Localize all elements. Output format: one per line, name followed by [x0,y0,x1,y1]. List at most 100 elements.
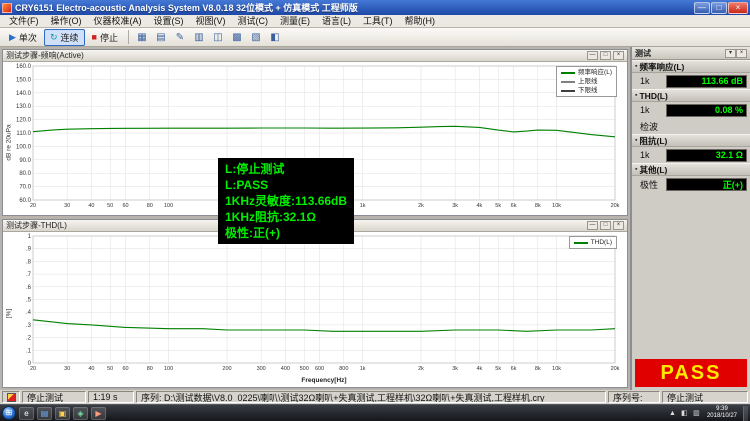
svg-text:80: 80 [147,203,153,209]
svg-text:3k: 3k [452,203,458,209]
taskbar-app-icon[interactable]: ▶ [91,406,106,420]
svg-text:1k: 1k [360,203,366,209]
overlay-line: 1KHz灵敏度:113.66dB [225,194,348,208]
svg-text:80: 80 [147,366,153,372]
menu-item[interactable]: 仪器校准(A) [88,15,148,28]
single-test-icon: ▶ [9,31,16,42]
single-test-label: 单次 [18,32,37,43]
status-serial-label: 序列号: [608,391,660,403]
taskbar-app-icon[interactable]: e [19,406,34,420]
maximize-button[interactable]: □ [711,1,727,14]
section-thd[interactable]: ▪ THD(L) [632,89,750,102]
menu-item[interactable]: 测试(C) [232,15,275,28]
thd-panel: 测试步骤-THD(L) — □ × [%] 1.9.8.7.6.5.4.3.2.… [2,219,628,388]
svg-text:Frequency[Hz]: Frequency[Hz] [301,377,346,384]
taskbar-apps: e ▤ ▣ ◈ ▶ [19,406,106,420]
toolbar-icon-button[interactable]: ▧ [247,29,265,46]
close-button[interactable]: × [728,1,748,14]
taskbar-clock[interactable]: 9:39 2018/10/27 [704,406,740,420]
continuous-test-button[interactable]: ↻ 连续 [43,28,85,46]
svg-text:110.0: 110.0 [16,131,31,137]
menu-item[interactable]: 视图(V) [190,15,232,28]
menu-item[interactable]: 文件(F) [3,15,45,28]
status-icon-segment [2,391,20,403]
stop-test-icon: ■ [91,32,97,42]
result-param: 1k [640,105,650,115]
section-frequency-response[interactable]: ▪ 频率响应(L) [632,60,750,73]
toolbar-icon-button[interactable]: ▥ [190,29,208,46]
taskbar-app-icon[interactable]: ▤ [37,406,52,420]
stop-test-button[interactable]: ■ 停止 [86,29,124,46]
panel-collapse-icon[interactable]: ▾ [725,48,736,58]
svg-text:8k: 8k [535,203,541,209]
svg-text:.7: .7 [26,272,32,278]
section-impedance[interactable]: ▪ 阻抗(L) [632,134,750,147]
taskbar-app-icon[interactable]: ◈ [73,406,88,420]
svg-text:20k: 20k [611,203,620,209]
menu-item[interactable]: 帮助(H) [399,15,442,28]
tray-icon[interactable]: ▲ [668,410,677,417]
menu-bar: 文件(F) 操作(O) 仪器校准(A) 设置(S) 视图(V) 测试(C) 测量(E) 语言(… [0,15,750,28]
toolbar-icon-button[interactable]: ◫ [209,29,227,46]
thd-legend: THD(L) [568,236,617,249]
results-panel-header[interactable]: 测试 ▾ × [632,47,750,60]
status-elapsed-time: 1:19 s [88,391,134,403]
svg-text:140.0: 140.0 [16,91,32,97]
legend-item: 下限线 [561,86,612,95]
section-label: 阻抗(L) [639,135,668,146]
section-label: THD(L) [639,90,668,101]
toolbar-icon-button[interactable]: ▩ [228,29,246,46]
svg-text:600: 600 [315,366,324,372]
panel-maximize-icon[interactable]: □ [600,221,611,230]
minimize-button[interactable]: — [694,1,710,14]
legend-item: 频率响应(L) [561,68,612,77]
svg-text:3k: 3k [452,366,458,372]
menu-item[interactable]: 工具(T) [357,15,399,28]
pass-fail-badge: PASS [635,359,747,387]
section-bullet-icon: ▪ [635,137,638,144]
svg-text:1k: 1k [360,366,366,372]
toolbar-icon-button[interactable]: ▤ [152,29,170,46]
svg-text:40: 40 [88,366,94,372]
svg-text:300: 300 [257,366,266,372]
window-title: CRY6151 Electro-acoustic Analysis System… [15,3,358,13]
toolbar-icon-group: ▦ ▤ ✎ ▥ ◫ ▩ ▧ ◧ [133,29,284,46]
toolbar-separator [127,30,129,44]
svg-text:4k: 4k [476,366,482,372]
main-area: 测试步骤-频响(Active) — □ × dB re 20uPa 160.0 1… [0,47,750,390]
svg-text:800: 800 [339,366,348,372]
single-test-button[interactable]: ▶ 单次 [3,29,43,46]
frequency-response-panel-titlebar[interactable]: 测试步骤-频响(Active) — □ × [3,50,627,62]
toolbar-icon-button[interactable]: ◧ [266,29,284,46]
svg-text:50: 50 [107,203,113,209]
show-desktop-button[interactable] [743,405,748,421]
svg-text:10k: 10k [552,203,561,209]
menu-item[interactable]: 语言(L) [316,15,357,28]
menu-item[interactable]: 测量(E) [274,15,316,28]
svg-text:4k: 4k [476,203,482,209]
panel-minimize-icon[interactable]: — [587,221,598,230]
panel-close-icon[interactable]: × [736,48,747,58]
legend-label: 频率响应(L) [578,69,612,76]
svg-text:70.0: 70.0 [19,185,31,191]
legend-line-icon [561,71,576,74]
taskbar-app-icon[interactable]: ▣ [55,406,70,420]
toolbar-icon-button[interactable]: ✎ [171,29,189,46]
tray-icon[interactable]: ▥ [692,409,701,417]
panel-minimize-icon[interactable]: — [587,51,598,60]
menu-item[interactable]: 操作(O) [45,15,88,28]
tray-icon[interactable]: ◧ [680,409,689,417]
panel-maximize-icon[interactable]: □ [600,51,611,60]
continuous-test-label: 连续 [60,32,79,43]
svg-text:100: 100 [164,366,173,372]
menu-item[interactable]: 设置(S) [148,15,190,28]
svg-text:.4: .4 [26,310,32,316]
section-other[interactable]: ▪ 其他(L) [632,163,750,176]
svg-text:5k: 5k [495,203,501,209]
panel-close-icon[interactable]: × [613,221,624,230]
panel-close-icon[interactable]: × [613,51,624,60]
start-button[interactable]: ⊞ [2,406,16,420]
svg-text:8k: 8k [535,366,541,372]
toolbar-icon-button[interactable]: ▦ [133,29,151,46]
fr-y-axis-label: dB re 20uPa [5,123,13,161]
